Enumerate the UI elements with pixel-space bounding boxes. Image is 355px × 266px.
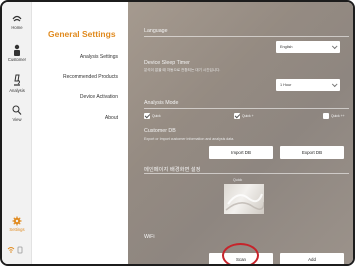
divider [144, 173, 349, 174]
nav-view[interactable]: View [2, 105, 32, 122]
checkbox-icon [323, 113, 329, 119]
customer-db-title: Customer DB [144, 128, 176, 134]
nav-analysis-label: Analysis [9, 88, 25, 93]
background-preview-image[interactable] [224, 184, 265, 214]
sleep-timer-select[interactable]: 1 Hour [276, 79, 340, 91]
import-db-button[interactable]: Import DB [209, 146, 273, 159]
sleep-title: Device Sleep Timer [144, 60, 190, 66]
nav-analysis[interactable]: Analysis [2, 74, 32, 93]
menu-item-about[interactable]: About [105, 115, 118, 121]
checkbox-icon [234, 113, 240, 119]
wifi-battery-icon [7, 246, 23, 254]
wifi-add-button[interactable]: Add [280, 253, 344, 264]
microscope-icon [14, 74, 20, 86]
mode-quick-plusplus-label: Quick ++ [331, 114, 345, 118]
mode-quick-plus-checkbox[interactable]: Quick + [234, 113, 254, 119]
sleep-description: 분석이 없을 때 자동으로 전환되는 대기 시간입니다. [144, 68, 221, 72]
status-icons [2, 246, 32, 254]
menu-item-analysis-settings[interactable]: Analysis Settings [80, 54, 118, 60]
nav-home-label: Home [11, 25, 23, 30]
chevron-down-icon [331, 81, 338, 88]
wifi-scan-button[interactable]: Scan [209, 253, 273, 264]
homepage-background-title: 메인페이지 배경화면 설정 [144, 167, 201, 173]
menu-item-device-activation[interactable]: Device Activation [80, 94, 118, 100]
nav-customer[interactable]: Customer [2, 44, 32, 62]
gear-icon [12, 216, 22, 226]
divider [144, 36, 349, 37]
checkbox-icon [144, 113, 150, 119]
background-preview-graphic [225, 193, 265, 211]
nav-rail: Home Customer Analysis View Settings [2, 2, 32, 264]
language-title: Language [144, 28, 168, 34]
wifi-title: WiFi [144, 234, 155, 240]
divider [144, 108, 349, 109]
search-icon [12, 105, 22, 115]
customer-db-description: Export or Import customer information an… [144, 137, 235, 141]
nav-settings[interactable]: Settings [2, 216, 32, 232]
language-select[interactable]: English [276, 41, 340, 53]
device-frame: Home Customer Analysis View Settings Gen… [0, 0, 355, 266]
chevron-down-icon [331, 43, 338, 50]
nav-view-label: View [12, 117, 22, 122]
logo-label: Quick [233, 178, 243, 182]
nav-home[interactable]: Home [2, 14, 32, 30]
mode-quick-plus-label: Quick + [242, 114, 254, 118]
settings-menu: General Settings Analysis Settings Recom… [32, 2, 128, 264]
analysis-mode-title: Analysis Mode [144, 100, 179, 106]
home-icon [12, 15, 22, 22]
export-db-button[interactable]: Export DB [280, 146, 344, 159]
settings-panel: Language English Device Sleep Timer 분석이 … [128, 2, 353, 264]
mode-quick-plusplus-checkbox[interactable]: Quick ++ [323, 113, 345, 119]
person-icon [14, 44, 20, 56]
nav-settings-label: Settings [9, 227, 25, 232]
mode-quick-checkbox[interactable]: Quick [144, 113, 161, 119]
sleep-value: 1 Hour [280, 83, 292, 87]
menu-item-recommended-products[interactable]: Recommended Products [63, 74, 118, 80]
nav-customer-label: Customer [7, 57, 27, 62]
mode-quick-label: Quick [152, 114, 161, 118]
language-value: English [280, 45, 293, 49]
menu-title: General Settings [48, 29, 116, 39]
